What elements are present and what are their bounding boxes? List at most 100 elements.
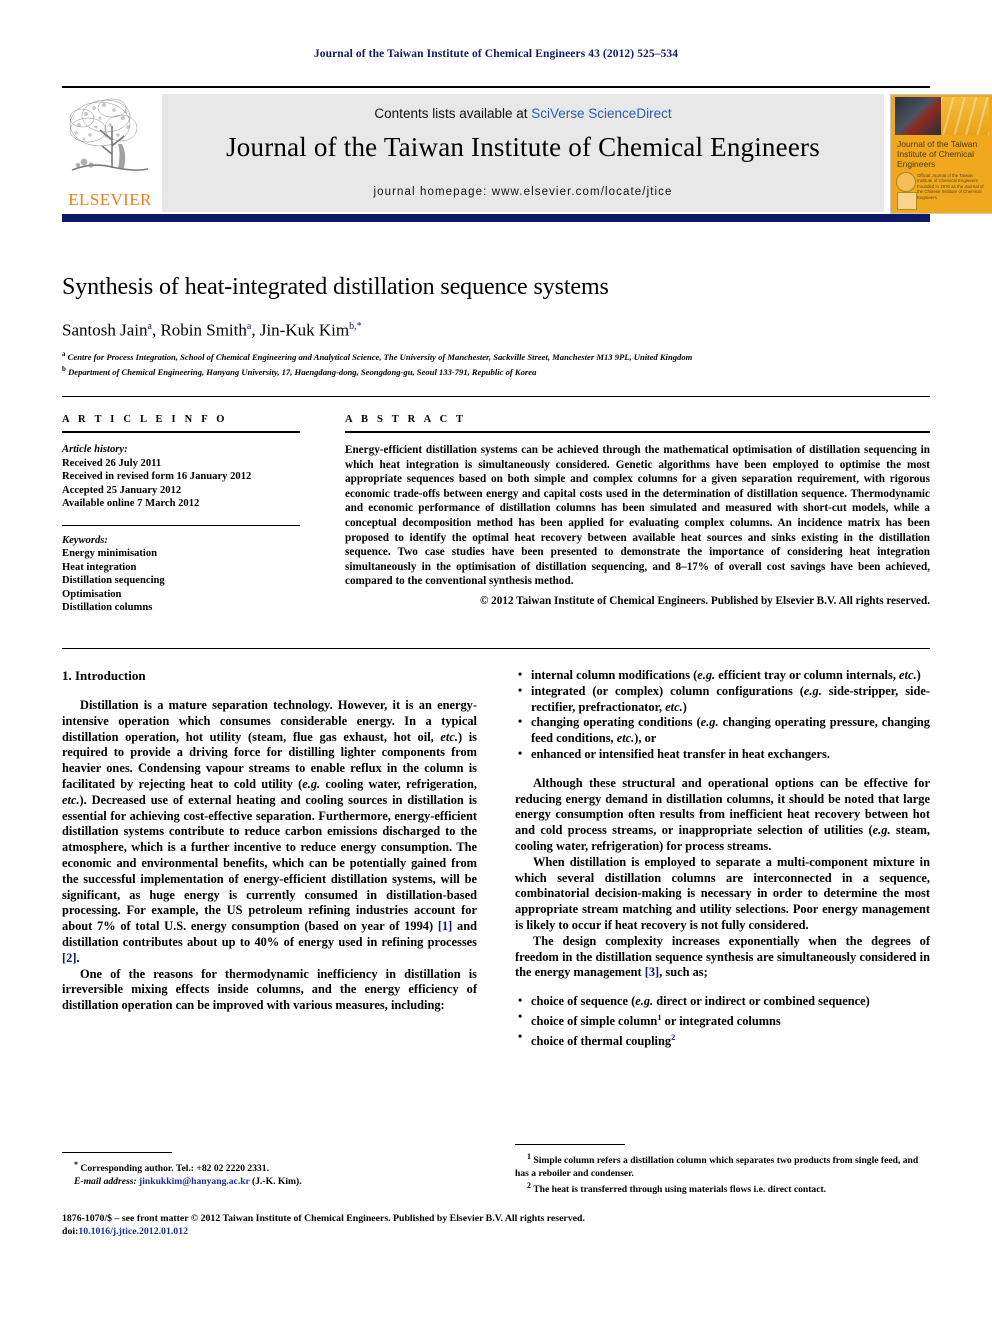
keyword-item: Distillation sequencing <box>62 575 165 586</box>
keyword-item: Energy minimisation <box>62 548 158 559</box>
elsevier-tree-icon <box>69 98 149 171</box>
sciencedirect-link[interactable]: SciVerse ScienceDirect <box>531 106 671 121</box>
text-run-italic: etc. <box>62 792 80 807</box>
citation-ref-2[interactable]: [2] <box>62 951 76 965</box>
abstract-copyright: © 2012 Taiwan Institute of Chemical Engi… <box>480 594 930 607</box>
text-run: choice of sequence ( <box>531 994 636 1009</box>
text-run-italic: e.g. <box>872 823 891 838</box>
footnote-rule <box>62 1152 172 1153</box>
text-run: cooling water, refrigeration, <box>320 776 477 791</box>
list-item: enhanced or intensified heat transfer in… <box>518 746 930 763</box>
affiliation-item: a Centre for Process Integration, School… <box>62 348 930 363</box>
intro-paragraph-1: Distillation is a mature separation tech… <box>62 698 477 967</box>
text-run: integrated (or complex) column configura… <box>531 683 804 698</box>
citation-ref-3[interactable]: [3] <box>645 965 659 979</box>
list-item: choice of thermal coupling2 <box>518 1029 930 1050</box>
doi-link[interactable]: 10.1016/j.jtice.2012.01.012 <box>78 1226 188 1237</box>
author-list: Santosh Jaina, Robin Smitha, Jin-Kuk Kim… <box>62 320 362 340</box>
list-item: changing operating conditions (e.g. chan… <box>518 714 930 747</box>
text-run: ), or <box>634 731 657 746</box>
article-info-block: A R T I C L E I N F O Article history: R… <box>62 414 300 615</box>
text-run: The design complexity increases exponent… <box>515 933 930 980</box>
list-item: integrated (or complex) column configura… <box>518 683 930 716</box>
journal-homepage-link[interactable]: journal homepage: www.elsevier.com/locat… <box>162 186 884 198</box>
keywords-label: Keywords: <box>62 534 108 546</box>
right-paragraph-1: Although these structural and operationa… <box>515 776 930 855</box>
choices-bullet-list: choice of sequence (e.g. direct or indir… <box>515 993 930 1050</box>
text-run-italic: etc. <box>665 699 683 714</box>
list-item: choice of simple column1 or integrated c… <box>518 1009 930 1030</box>
right-paragraph-2: When distillation is employed to separat… <box>515 854 930 932</box>
cover-title-text: Journal of the Taiwan Institute of Chemi… <box>897 139 978 169</box>
footnote-text: Simple column refers a distillation colu… <box>515 1155 919 1179</box>
text-run: internal column modifications ( <box>531 668 698 682</box>
text-run: choice of thermal coupling <box>531 1033 672 1048</box>
author-name: Robin Smith <box>160 320 247 340</box>
text-run: enhanced or intensified heat transfer in… <box>531 746 830 761</box>
cover-photo-image <box>895 97 941 135</box>
text-run: ) <box>682 699 687 714</box>
imprint-line: 1876-1070/$ – see front matter © 2012 Ta… <box>62 1213 585 1224</box>
footnote-rule <box>515 1144 625 1145</box>
contents-lists-line: Contents lists available at SciVerse Sci… <box>162 106 884 121</box>
history-item: Received in revised form 16 January 2012 <box>62 471 252 482</box>
footnote-block-left: * Corresponding author. Tel.: +82 02 222… <box>62 1152 477 1188</box>
cover-seal-icon <box>896 172 916 192</box>
article-info-heading: A R T I C L E I N F O <box>62 414 228 425</box>
text-run: . <box>76 950 80 965</box>
elsevier-wordmark: ELSEVIER <box>68 190 152 209</box>
keywords-separator-rule <box>62 524 300 526</box>
citation-ref-1[interactable]: [1] <box>438 919 452 933</box>
affiliation-item: b Department of Chemical Engineering, Ha… <box>62 363 930 378</box>
footnote-mark: 2 <box>527 1181 531 1191</box>
right-paragraph-3: The design complexity increases exponent… <box>515 934 930 981</box>
journal-masthead: ELSEVIER Contents lists available at Sci… <box>62 86 992 222</box>
email-link[interactable]: jinkukkim@hanyang.ac.kr <box>139 1176 250 1187</box>
info-section-top-rule <box>62 396 930 397</box>
author-affil-mark: a <box>147 321 152 332</box>
abstract-text: Energy-efficient distillation systems ca… <box>345 444 930 588</box>
text-run: ) <box>916 668 921 682</box>
text-run: Distillation is a mature separation tech… <box>62 698 477 744</box>
abstract-block: A B S T R A C T Energy-efficient distill… <box>345 414 930 607</box>
footnote-block-right: 1 Simple column refers a distillation co… <box>515 1144 930 1197</box>
elsevier-logo: ELSEVIER <box>62 94 158 212</box>
text-run-italic: e.g. <box>302 776 321 791</box>
article-info-rule <box>62 431 300 433</box>
text-run-italic: e.g. <box>635 994 654 1009</box>
body-top-rule <box>62 648 930 649</box>
keyword-item: Optimisation <box>62 588 122 600</box>
masthead-top-rule <box>62 86 930 88</box>
abstract-heading: A B S T R A C T <box>345 414 467 425</box>
author-affil-mark: a <box>246 321 252 332</box>
keywords-block: Keywords: Energy minimisation Heat integ… <box>62 534 300 615</box>
text-run-italic: e.g. <box>803 683 822 698</box>
body-column-left: 1. Introduction Distillation is a mature… <box>62 668 477 1014</box>
contents-lists-text: Contents lists available at <box>374 106 532 121</box>
section-heading-introduction: 1. Introduction <box>62 668 146 683</box>
footnote-item-1: 1 Simple column refers a distillation co… <box>515 1151 930 1180</box>
abstract-rule <box>345 431 930 433</box>
cover-elsevier-mark-icon <box>897 192 917 210</box>
footnote-item-2: 2 The heat is transferred through using … <box>515 1180 930 1197</box>
text-run: Although these structural and operationa… <box>515 775 930 838</box>
intro-paragraph-2: One of the reasons for thermodynamic ine… <box>62 966 477 1013</box>
affiliation-text: Centre for Process Integration, School o… <box>67 351 693 362</box>
text-run: choice of simple column <box>531 1014 658 1029</box>
affiliations: a Centre for Process Integration, School… <box>62 348 930 379</box>
corresponding-mark: * <box>74 1160 78 1169</box>
cover-stripes-graphic <box>941 97 989 135</box>
footnote-mark: 1 <box>527 1152 531 1161</box>
text-run-italic: etc. <box>616 731 635 746</box>
text-run-italic: e.g. <box>700 715 719 730</box>
footnote-marker-2[interactable]: 2 <box>671 1032 675 1042</box>
cover-meta-text: Official Journal of the Taiwan Institute… <box>917 173 984 200</box>
text-run: changing operating conditions ( <box>531 715 701 730</box>
sciencedirect-band: Contents lists available at SciVerse Sci… <box>162 94 884 212</box>
text-run: efficient tray or column internals, <box>715 668 900 682</box>
author-name: Santosh Jain <box>62 320 148 340</box>
doi-line: doi:10.1016/j.jtice.2012.01.012 <box>62 1225 930 1238</box>
email-label: E-mail address: <box>74 1175 137 1187</box>
text-run: direct or indirect or combined sequence) <box>653 994 870 1009</box>
body-column-right: internal column modifications ( e.g. effi… <box>515 667 930 1050</box>
